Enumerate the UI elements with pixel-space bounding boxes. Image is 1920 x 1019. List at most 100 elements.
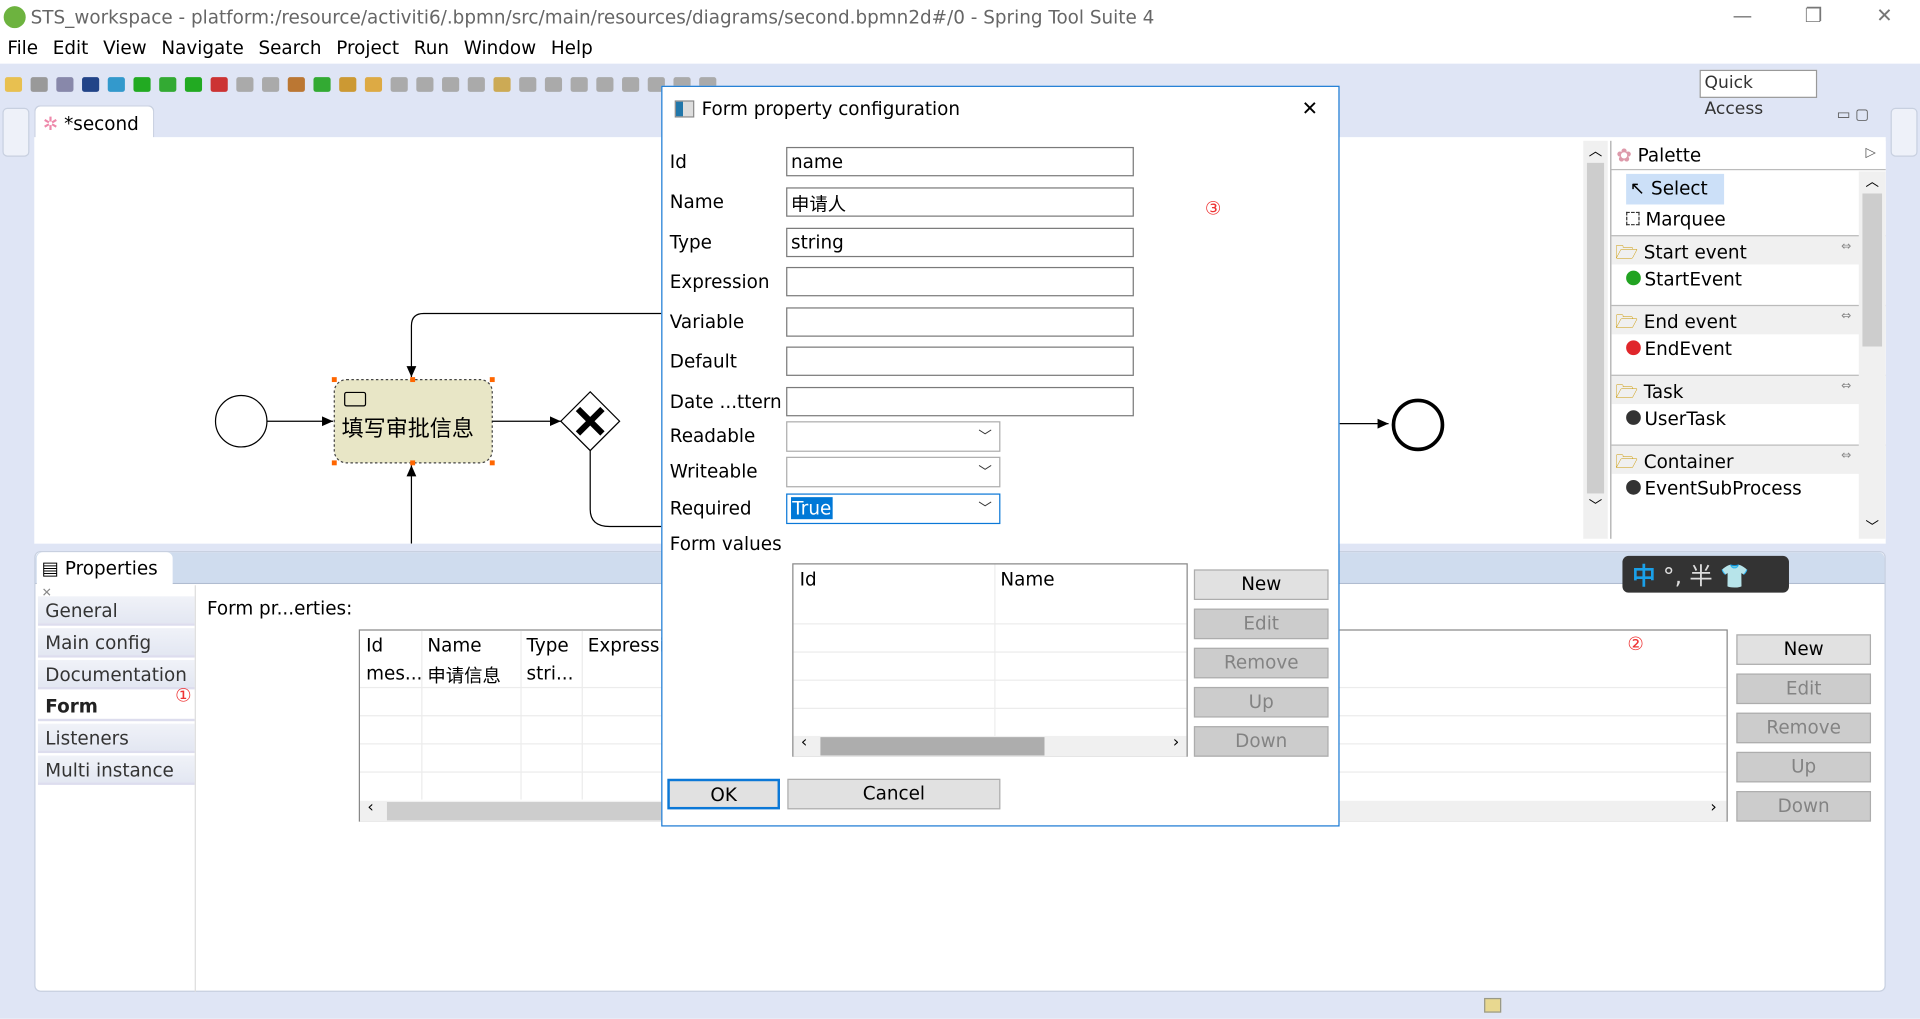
menu-project[interactable]: Project <box>329 36 407 64</box>
palette-item-marquee[interactable]: Marquee <box>1611 204 1885 235</box>
properties-tab-general[interactable]: General <box>37 596 195 626</box>
default-input[interactable] <box>786 346 1134 376</box>
ime-mode[interactable]: 中 <box>1632 563 1655 590</box>
properties-tab-documentation[interactable]: Documentation <box>37 660 195 690</box>
properties-down-button[interactable]: Down <box>1736 791 1872 822</box>
properties-tab-form[interactable]: Form <box>37 691 195 722</box>
toolbar-button-icon[interactable] <box>210 77 228 92</box>
toolbar-button-icon[interactable] <box>622 77 640 92</box>
toolbar-button-icon[interactable] <box>107 77 125 92</box>
menu-run[interactable]: Run <box>406 36 456 64</box>
palette-group-task[interactable]: 🗁 Task ⇔ <box>1611 374 1886 405</box>
table-cell[interactable]: 申请信息 <box>427 662 500 688</box>
type-input[interactable]: string <box>786 227 1134 258</box>
properties-up-button[interactable]: Up <box>1736 751 1872 783</box>
column-header[interactable]: Id <box>366 634 420 656</box>
toolbar-button-icon[interactable] <box>287 77 305 92</box>
toolbar-button-icon[interactable] <box>544 77 563 92</box>
editor-tab-second[interactable]: ✲ *second ✕ <box>34 105 155 156</box>
palette-group-end-event[interactable]: 🗁 End event ⇔ <box>1611 304 1886 335</box>
properties-tab-listeners[interactable]: Listeners <box>37 723 195 754</box>
expression-input[interactable] <box>786 266 1134 297</box>
palette-vscroll[interactable]: ︿ ﹀ <box>1858 171 1886 539</box>
quick-access-input[interactable]: Quick Access <box>1699 69 1818 119</box>
properties-tab-main-config[interactable]: Main config <box>37 628 195 658</box>
toolbar-button-icon[interactable] <box>313 77 331 92</box>
readable-select[interactable]: ﹀ <box>786 421 1001 452</box>
menu-edit[interactable]: Edit <box>45 36 95 64</box>
id-input[interactable]: name <box>786 146 1134 177</box>
menu-window[interactable]: Window <box>456 36 543 64</box>
properties-remove-button[interactable]: Remove <box>1736 712 1872 744</box>
column-header[interactable]: Name <box>427 634 519 656</box>
editor-minimize[interactable]: ▭ ▢ <box>1837 105 1869 122</box>
toolbar-button-icon[interactable] <box>519 77 537 92</box>
form-values-hscroll[interactable]: ‹ › <box>793 733 1187 757</box>
dialog-close-button[interactable]: ✕ <box>1302 97 1318 120</box>
cancel-button[interactable]: Cancel <box>787 778 1001 810</box>
toolbar-button-icon[interactable] <box>493 77 511 92</box>
toolbar-button-icon[interactable] <box>184 77 203 92</box>
toolbar-button-icon[interactable] <box>570 77 588 92</box>
menu-help[interactable]: Help <box>544 36 601 64</box>
title-bar: STS_workspace - platform:/resource/activ… <box>0 0 1920 36</box>
ime-width[interactable]: 半 <box>1689 563 1712 590</box>
ime-punctuation[interactable]: °, <box>1663 563 1682 590</box>
restore-button[interactable]: ❐ <box>1795 4 1832 27</box>
toolbar-button-icon[interactable] <box>364 77 383 92</box>
properties-tab-multi-instance[interactable]: Multi instance <box>37 755 195 785</box>
properties-new-button[interactable]: New <box>1736 634 1872 665</box>
collapse-palette-icon[interactable]: ▷ <box>1866 144 1876 160</box>
toolbar-button-icon[interactable] <box>4 77 23 92</box>
toolbar-button-icon[interactable] <box>339 77 357 92</box>
toolbar-button-icon[interactable] <box>30 77 48 92</box>
menu-navigate[interactable]: Navigate <box>154 36 251 64</box>
toolbar-button-icon[interactable] <box>159 77 177 92</box>
pin-icon[interactable]: ⇔ <box>1841 449 1851 462</box>
column-header-name[interactable]: Name <box>1000 568 1054 590</box>
palette-group-container[interactable]: 🗁 Container ⇔ <box>1611 444 1886 474</box>
name-input[interactable]: 申请人 <box>786 187 1134 217</box>
toolbar-button-icon[interactable] <box>56 77 74 92</box>
toolbar-button-icon[interactable] <box>442 77 460 92</box>
toolbar-button-icon[interactable] <box>390 77 408 92</box>
menu-file[interactable]: File <box>0 36 45 64</box>
canvas-vscroll[interactable]: ︿ ﹀ <box>1583 140 1608 539</box>
date-input[interactable] <box>786 386 1134 417</box>
toolbar-button-icon[interactable] <box>133 77 151 92</box>
toolbar-button-icon[interactable] <box>416 77 434 92</box>
form-values-new-button[interactable]: New <box>1193 569 1329 601</box>
table-cell[interactable]: mes... <box>366 662 422 684</box>
close-button[interactable]: ✕ <box>1866 4 1903 27</box>
form-values-up-button[interactable]: Up <box>1193 686 1329 718</box>
palette-group-start-event[interactable]: 🗁 Start event ⇔ <box>1611 235 1886 265</box>
pin-icon[interactable]: ⇔ <box>1841 240 1851 253</box>
menu-view[interactable]: View <box>96 36 154 64</box>
variable-input[interactable] <box>786 307 1134 337</box>
palette-item-select[interactable]: ↖ Select <box>1626 173 1725 205</box>
pin-icon[interactable]: ⇔ <box>1841 380 1851 393</box>
form-values-table[interactable]: Id Name ‹ › <box>792 563 1188 757</box>
toolbar-button-icon[interactable] <box>596 77 614 92</box>
writeable-select[interactable]: ﹀ <box>786 456 1001 488</box>
menu-search[interactable]: Search <box>251 36 329 64</box>
pin-icon[interactable]: ⇔ <box>1841 310 1851 323</box>
properties-edit-button[interactable]: Edit <box>1736 673 1872 705</box>
toolbar-button-icon[interactable] <box>236 77 254 92</box>
column-header-id[interactable]: Id <box>800 568 817 590</box>
toolbar-button-icon[interactable] <box>262 77 280 92</box>
form-values-down-button[interactable]: Down <box>1193 726 1329 757</box>
required-select[interactable]: True ﹀ <box>786 493 1001 525</box>
form-values-edit-button[interactable]: Edit <box>1193 608 1329 640</box>
column-header[interactable]: Type <box>527 634 581 656</box>
minimize-button[interactable]: — <box>1724 4 1761 27</box>
form-values-remove-button[interactable]: Remove <box>1193 647 1329 679</box>
table-cell[interactable]: stri... <box>527 662 574 684</box>
properties-tab[interactable]: ▤ Properties ✕ <box>36 552 173 600</box>
ok-button[interactable]: OK <box>667 778 781 810</box>
toolbar-button-icon[interactable] <box>82 77 100 92</box>
toolbar-button-icon[interactable] <box>467 77 485 92</box>
folder-icon: 🗁 <box>1615 450 1638 473</box>
ime-skin-icon[interactable]: 👕 <box>1720 563 1749 590</box>
ime-toolbar[interactable]: 中 °, 半 👕 <box>1622 555 1789 593</box>
